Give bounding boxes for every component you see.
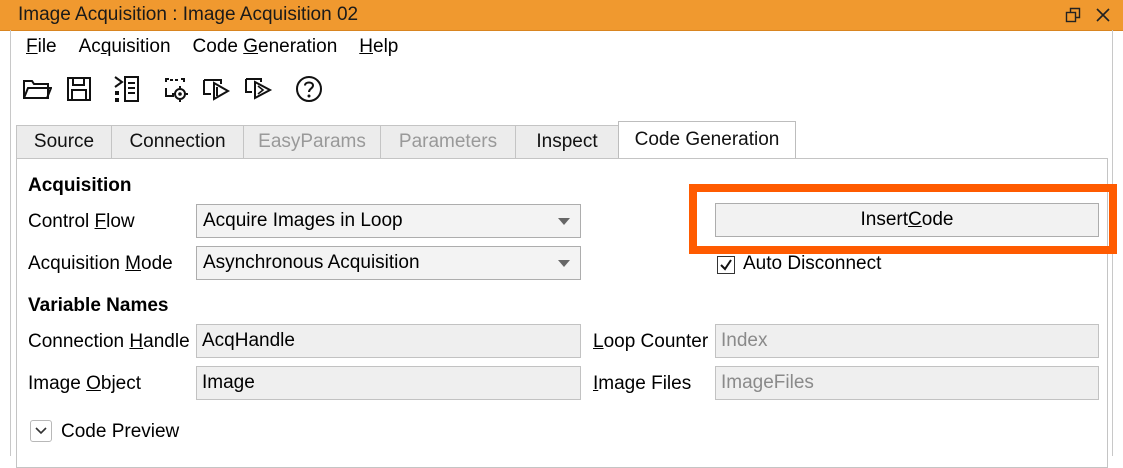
menu-help-post: elp <box>373 36 399 57</box>
control-flow-label-pre: Control <box>28 211 95 232</box>
folder-open-icon[interactable] <box>20 72 54 106</box>
image-object-label-post: bject <box>100 373 142 394</box>
code-preview-toggle[interactable] <box>30 420 52 442</box>
menu-acquisition[interactable]: Acquisition <box>79 36 171 60</box>
connection-handle-label-post: andle <box>143 331 190 352</box>
tab-connection[interactable]: Connection <box>111 125 244 158</box>
tab-code-generation[interactable]: Code Generation <box>618 121 796 158</box>
menu-help-mnemonic: H <box>359 36 373 57</box>
tab-inspect[interactable]: Inspect <box>515 125 619 158</box>
chevron-down-icon <box>558 218 570 225</box>
control-flow-label: Control Flow <box>28 211 135 233</box>
window-border-left <box>10 30 11 456</box>
acquisition-heading: Acquisition <box>28 175 132 196</box>
image-files-field: ImageFiles <box>715 366 1099 400</box>
menu-acquisition-post: uisition <box>111 36 171 57</box>
connection-handle-label-mnemonic: H <box>129 331 144 352</box>
highlight-box <box>689 184 1117 254</box>
acquisition-mode-label-mnemonic: M <box>125 253 141 274</box>
close-icon[interactable] <box>1093 4 1113 26</box>
restore-icon[interactable] <box>1063 4 1083 26</box>
control-flow-value: Acquire Images in Loop <box>203 210 403 231</box>
menu-file-mnemonic: F <box>26 36 38 57</box>
acquisition-mode-select[interactable]: Asynchronous Acquisition <box>196 246 581 280</box>
acquisition-mode-value: Asynchronous Acquisition <box>203 252 420 273</box>
auto-disconnect-label: Auto Disconnect <box>743 253 882 274</box>
tab-bar: Source Connection EasyParams Parameters … <box>16 121 796 159</box>
image-object-label: Image Object <box>28 373 141 395</box>
chevron-down-icon <box>35 427 47 435</box>
acquire-live-icon[interactable] <box>242 72 276 106</box>
image-files-label-post: mage Files <box>598 373 692 394</box>
tab-easyparams: EasyParams <box>243 125 381 158</box>
save-icon[interactable] <box>62 72 96 106</box>
menu-bar: File Acquisition Code Generation Help <box>26 36 398 60</box>
loop-counter-label-post: oop Counter <box>603 331 709 352</box>
connection-handle-label: Connection Handle <box>28 331 190 353</box>
settings-icon[interactable] <box>158 72 192 106</box>
toolbar <box>20 70 334 108</box>
image-files-label: Image Files <box>593 373 691 395</box>
title-bar: Image Acquisition : Image Acquisition 02 <box>0 0 1123 31</box>
help-icon[interactable] <box>292 72 326 106</box>
chevron-down-icon <box>558 260 570 267</box>
menu-code-generation-post: eneration <box>258 36 338 57</box>
image-object-label-mnemonic: O <box>86 373 101 394</box>
variable-names-heading: Variable Names <box>28 295 169 316</box>
menu-file-post: ile <box>37 36 57 57</box>
image-object-label-pre: Image <box>28 373 87 394</box>
menu-help[interactable]: Help <box>359 36 398 60</box>
connection-handle-label-pre: Connection <box>28 331 130 352</box>
acquisition-mode-label-post: ode <box>141 253 173 274</box>
auto-disconnect-checkbox[interactable] <box>717 256 735 274</box>
menu-acquisition-mnemonic: q <box>100 36 112 57</box>
connection-handle-field[interactable]: AcqHandle <box>196 324 581 358</box>
loop-counter-field: Index <box>715 324 1099 358</box>
loop-counter-label: Loop Counter <box>593 331 708 353</box>
checkmark-icon <box>720 259 732 271</box>
control-flow-label-post: low <box>106 211 135 232</box>
image-object-field[interactable]: Image <box>196 366 581 400</box>
menu-code-generation-pre: Code <box>192 36 244 57</box>
acquisition-mode-label-pre: Acquisition <box>28 253 126 274</box>
menu-file[interactable]: File <box>26 36 57 60</box>
acquisition-mode-label: Acquisition Mode <box>28 253 173 275</box>
code-list-icon[interactable] <box>110 72 144 106</box>
tab-parameters: Parameters <box>380 125 516 158</box>
window-controls <box>1063 4 1113 26</box>
acquire-single-icon[interactable] <box>200 72 234 106</box>
menu-code-generation-mnemonic: G <box>243 36 259 57</box>
menu-acquisition-pre: Ac <box>78 36 101 57</box>
tab-source[interactable]: Source <box>16 125 112 158</box>
menu-code-generation[interactable]: Code Generation <box>193 36 338 60</box>
control-flow-label-mnemonic: F <box>94 211 107 232</box>
control-flow-select[interactable]: Acquire Images in Loop <box>196 204 581 238</box>
loop-counter-label-mnemonic: L <box>593 331 604 352</box>
code-preview-label: Code Preview <box>61 421 180 442</box>
window-title: Image Acquisition : Image Acquisition 02 <box>18 4 359 25</box>
